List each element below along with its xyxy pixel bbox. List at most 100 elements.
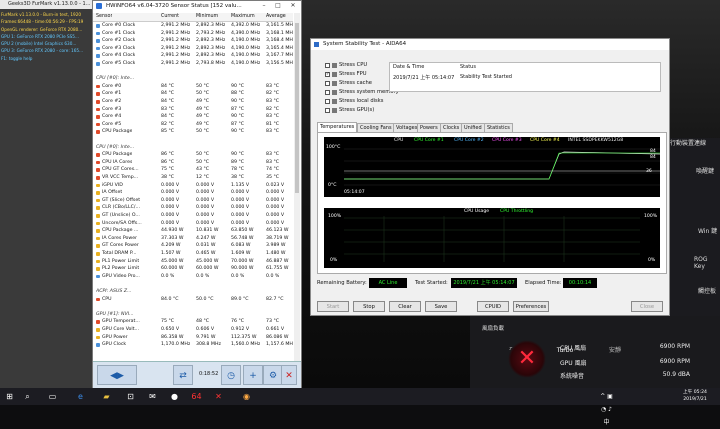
edge-icon[interactable]: e [74, 390, 87, 403]
sensor-avg: 82 °C [266, 91, 280, 97]
sensor-row[interactable]: Core #1 84 °C 50 °C 88 °C 82 °C [93, 90, 293, 98]
settings-icon[interactable]: ⚙ [263, 365, 283, 385]
sensor-row[interactable]: Core #3 Clock 2,991.2 MHz 2,892.3 MHz 4,190… [93, 45, 293, 53]
graphs-panel: CPU CPU Core #1 CPU Core #2 CPU Core #3 … [317, 132, 667, 274]
power-icon [96, 214, 100, 218]
col-maximum[interactable]: Maximum [231, 13, 255, 21]
cpuid-button[interactable]: CPUID [477, 301, 509, 312]
furmark-window: Geeks3D FurMark v1.13.0.0 - 1... FurMark… [0, 0, 92, 388]
sensor-row[interactable]: GPU Core Volt... 0.650 V 0.606 V 0.912 V 0.6… [93, 326, 293, 334]
sensor-row[interactable]: CLR (CBo/LLC/... 0.000 V 0.000 V 0.000 V 0.0… [93, 204, 293, 212]
col-current[interactable]: Current [161, 13, 179, 21]
sensor-group[interactable]: CPU [#0]: Inte... [93, 144, 293, 152]
sensor-row[interactable]: Total DRAM P... 1.507 W 0.465 W 1.609 W 1.48… [93, 250, 293, 258]
sensor-row[interactable]: Core #1 Clock 2,991.2 MHz 2,793.2 MHz 4,390… [93, 30, 293, 38]
sensor-cur: 0.000 V [161, 213, 180, 218]
sensor-row[interactable]: Core #5 Clock 2,991.2 MHz 2,793.8 MHz 4,190… [93, 60, 293, 68]
sensor-min: 9.791 W [196, 334, 216, 340]
rog-mobile-link[interactable]: 行動裝置連線 [670, 138, 706, 147]
store-icon[interactable]: ⊡ [124, 390, 137, 403]
sensor-row[interactable]: CPU Package ... 44.930 W 10.831 W 63.850 W 4… [93, 227, 293, 235]
sensor-row[interactable]: Core #5 82 °C 49 °C 87 °C 81 °C [93, 121, 293, 129]
close-icon[interactable]: ✕ [286, 1, 300, 11]
sensor-cur: 0.650 V [161, 327, 180, 332]
taskbar-clock[interactable]: 上午 05:24 2019/7/21 [672, 389, 718, 403]
sensor-row[interactable]: GT Cores Power 4.209 W 0.031 W 6.083 W 3.989… [93, 242, 293, 250]
save-button[interactable]: Save [425, 301, 457, 312]
sensor-row[interactable]: Core #0 84 °C 50 °C 90 °C 83 °C [93, 83, 293, 91]
sensor-row[interactable]: GT (Unslice) O... 0.000 V 0.000 V 0.000 V 0.… [93, 212, 293, 220]
network-icon[interactable]: ⇄ [173, 365, 193, 385]
maximize-icon[interactable]: □ [271, 1, 285, 11]
sensor-row[interactable]: GPU Clock 1,170.0 MHz 308.8 MHz 1,560.0 MHz… [93, 341, 293, 349]
clock-icon[interactable]: ◷ [221, 365, 241, 385]
sensor-row[interactable]: CPU 84.0 °C 50.0 °C 89.0 °C 82.7 °C [93, 296, 293, 304]
start-icon[interactable]: ⊞ [3, 390, 16, 403]
sensor-row[interactable]: CPU GT Cores... 75 °C 43 °C 78 °C 74 °C [93, 166, 293, 174]
task-view-icon[interactable]: ▭ [46, 390, 59, 403]
sensor-row[interactable]: GPU Power 86.358 W 9.791 W 112.375 W 86.086 … [93, 334, 293, 342]
sensor-row[interactable]: Core #2 Clock 2,991.2 MHz 2,892.3 MHz 4,190… [93, 37, 293, 45]
aida-taskbar-icon[interactable]: 64 [190, 390, 203, 403]
sensor-row[interactable]: Core #4 84 °C 49 °C 90 °C 83 °C [93, 113, 293, 121]
sensor-group[interactable]: GPU [#1]: NVI... [93, 311, 293, 319]
rog-cpu-fan-value: 6900 RPM [659, 343, 690, 350]
checkbox-box[interactable] [325, 107, 330, 113]
rog-touchpad[interactable]: 觸控板 [698, 286, 716, 295]
hwinfo-scroll-thumb[interactable] [295, 23, 299, 193]
rog-win-key[interactable]: Win 鍵 [698, 226, 717, 235]
search-icon[interactable]: ⌕ [21, 390, 34, 403]
rog-rog-key[interactable]: ROG Key [694, 256, 720, 270]
hwinfo-titlebar[interactable]: HWiNFO64 v6.04-3720 Sensor Status [152 v… [93, 1, 301, 11]
mail-icon[interactable]: ✉ [146, 390, 159, 403]
col-average[interactable]: Average [266, 13, 286, 21]
sensor-row[interactable]: GPU Video Pro... 0.0 % 0.0 % 0.0 % 0.0 % [93, 273, 293, 281]
checkbox-box[interactable] [325, 62, 330, 68]
sensor-row[interactable]: GT (Slice) Offset 0.000 V 0.000 V 0.000 V 0.… [93, 197, 293, 205]
sensor-row[interactable]: PL1 Power Limit 45.000 W 45.000 W 70.000 W 4… [93, 258, 293, 266]
checkbox-box[interactable] [325, 89, 330, 95]
sensor-row[interactable]: VR VCC Temp... 38 °C 12 °C 38 °C 35 °C [93, 174, 293, 182]
checkbox-box[interactable] [325, 98, 330, 104]
sensor-row[interactable]: IA Cores Power 37.303 W 4.247 W 56.748 W 38.… [93, 235, 293, 243]
col-sensor[interactable]: Sensor [96, 13, 112, 21]
checkbox-box[interactable]: ✓ [325, 71, 330, 77]
tray-icons[interactable]: ^ ▣ ◔ ♪ 中 [600, 390, 613, 426]
preferences-button[interactable]: Preferences [513, 301, 549, 312]
aida-titlebar[interactable]: System Stability Test - AIDA64 [311, 39, 669, 50]
sensor-min: 49 °C [196, 106, 210, 112]
sensor-group[interactable]: ACPI: ASUS Z... [93, 288, 293, 296]
app-icon[interactable]: ● [168, 390, 181, 403]
sensor-row[interactable]: Core #3 83 °C 49 °C 87 °C 82 °C [93, 106, 293, 114]
furmark-taskbar-icon[interactable]: ◉ [240, 390, 253, 403]
file-explorer-icon[interactable]: ▰ [100, 390, 113, 403]
sensor-row[interactable]: IA Offset 0.000 V 0.000 V 0.000 V 0.000 V [93, 189, 293, 197]
sensor-row[interactable]: CPU Package 86 °C 50 °C 90 °C 83 °C [93, 151, 293, 159]
aida-button-row: Start Stop Clear Save CPUID Preferences … [311, 299, 669, 313]
sensor-row[interactable]: Core #0 Clock 2,991.2 MHz 2,892.3 MHz 4,392… [93, 22, 293, 30]
close-sensors-icon[interactable]: ✕ [281, 365, 297, 385]
nav-arrows-icon[interactable]: ◀▶ [97, 365, 137, 385]
clear-button[interactable]: Clear [389, 301, 421, 312]
stop-button[interactable]: Stop [353, 301, 385, 312]
sensor-row[interactable]: CPU IA Cores 86 °C 50 °C 89 °C 83 °C [93, 159, 293, 167]
sensor-row[interactable]: Core #4 Clock 2,991.2 MHz 2,892.3 MHz 4,190… [93, 52, 293, 60]
close-button[interactable]: Close [631, 301, 663, 312]
sensor-row[interactable]: Uncore/SA Offs... 0.000 V 0.000 V 0.000 V 0.… [93, 220, 293, 228]
rog-taskbar-icon[interactable]: ✕ [212, 390, 225, 403]
minimize-icon[interactable]: – [257, 1, 271, 11]
sensor-row[interactable]: iGPU VID 0.000 V 0.000 V 1.135 V 0.023 V [93, 182, 293, 190]
sensor-row[interactable]: PL2 Power Limit 60.000 W 60.000 W 90.000 W 6… [93, 265, 293, 273]
sensor-row[interactable]: Core #2 84 °C 49 °C 90 °C 83 °C [93, 98, 293, 106]
sensor-name: Core #3 [102, 106, 122, 112]
start-button[interactable]: Start [317, 301, 349, 312]
sensor-row[interactable]: GPU Temperat... 75 °C 48 °C 76 °C 73 °C [93, 318, 293, 326]
sensor-row[interactable]: CPU Package 85 °C 50 °C 90 °C 83 °C [93, 128, 293, 136]
sensor-cur: 0.000 V [161, 220, 180, 226]
checkbox-box[interactable] [325, 80, 330, 86]
sensor-group[interactable]: CPU [#0]: Inte... [93, 75, 293, 83]
col-minimum[interactable]: Minimum [196, 13, 218, 21]
rog-wake-key[interactable]: 喚醒鍵 [696, 166, 714, 175]
add-icon[interactable]: + [243, 365, 263, 385]
sensor-cur: 0.000 V [161, 205, 180, 211]
